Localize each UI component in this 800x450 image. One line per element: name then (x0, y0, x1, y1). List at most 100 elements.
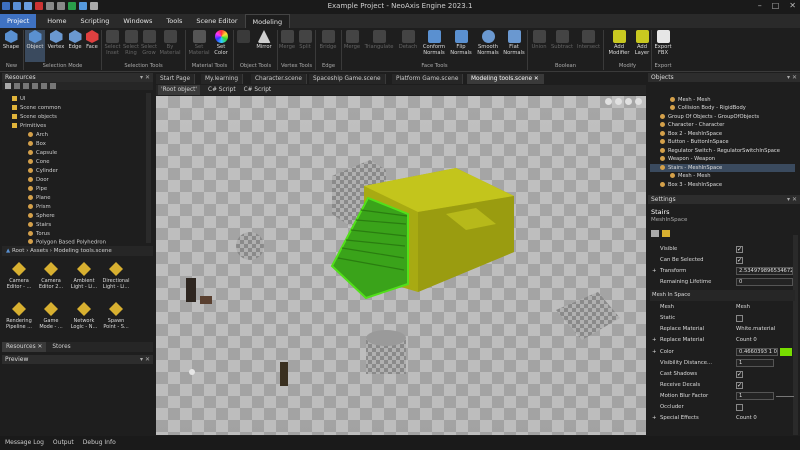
detach-button[interactable]: Detach (396, 30, 420, 62)
can-be-selected-checkbox[interactable] (736, 256, 743, 267)
intersect-button[interactable]: Intersect (575, 30, 602, 62)
asset-item[interactable]: Network Logic - N... (70, 302, 98, 330)
tab-tools[interactable]: Tools (159, 14, 189, 28)
merge-vertex-button[interactable]: Merge (278, 30, 296, 62)
doc-tab-character[interactable]: Character.scene (251, 74, 307, 84)
expand-icon[interactable]: + (652, 335, 656, 346)
panel-close-icon[interactable]: ▾ ✕ (787, 195, 797, 204)
tree-item[interactable]: Stairs (28, 221, 51, 229)
expand-icon[interactable]: + (652, 266, 656, 277)
object-row[interactable]: Weapon - Weapon (660, 155, 800, 163)
asset-item[interactable]: Rendering Pipeline ... (5, 302, 33, 330)
static-checkbox[interactable] (736, 315, 743, 322)
subtab-csharp-script-2[interactable]: C# Script (244, 85, 272, 95)
home-icon[interactable]: ▲ (6, 248, 10, 254)
tab-modeling[interactable]: Modeling (244, 14, 291, 28)
object-row[interactable]: Mesh - Mesh (670, 172, 800, 180)
gizmo-icon[interactable] (625, 98, 632, 105)
add-layer-button[interactable]: Add Layer (633, 30, 651, 62)
smooth-normals-button[interactable]: Smooth Normals (474, 30, 502, 62)
shape-button[interactable]: Shape (1, 30, 21, 62)
tree-folder-scene-common[interactable]: Scene common (12, 104, 61, 112)
message-log-tab[interactable]: Message Log (5, 436, 44, 450)
events-icon[interactable] (662, 230, 670, 237)
subtab-csharp-script[interactable]: C# Script (208, 85, 236, 95)
panel-close-icon[interactable]: ▾ ✕ (140, 73, 150, 82)
expand-icon[interactable]: + (652, 413, 656, 424)
vertex-mode-button[interactable]: Vertex (46, 30, 66, 62)
object-row[interactable]: Character - Character (660, 121, 800, 129)
tab-resources[interactable]: Resources ✕ (2, 342, 47, 352)
more-icon[interactable] (635, 98, 642, 105)
tree-item[interactable]: Cone (28, 158, 50, 166)
merge-face-button[interactable]: Merge (342, 30, 362, 62)
color-field[interactable]: 0.4660393 1 0 (736, 348, 778, 356)
edge-mode-button[interactable]: Edge (66, 30, 84, 62)
select-ring-button[interactable]: Select Ring (122, 30, 140, 62)
tree-item[interactable]: Pipe (28, 185, 47, 193)
flat-normals-button[interactable]: Flat Normals (502, 30, 526, 62)
minimize-icon[interactable]: – (758, 1, 762, 10)
receive-decals-checkbox[interactable] (736, 381, 743, 392)
set-color-button[interactable]: Set Color (211, 30, 231, 62)
face-mode-button[interactable]: Face (84, 30, 100, 62)
asset-item[interactable]: Game Mode - ... (37, 302, 65, 330)
doc-tab-spaceship-game[interactable]: Spaceship Game.scene (309, 74, 386, 84)
export-fbx-button[interactable]: Export FBX (652, 30, 674, 62)
subtract-button[interactable]: Subtract (549, 30, 575, 62)
doc-tab-platform-game[interactable]: Platform Game.scene (392, 74, 464, 84)
tree-item[interactable]: Prism (28, 203, 51, 211)
breadcrumb-item[interactable]: Root (12, 248, 24, 254)
occluder-checkbox[interactable] (736, 404, 743, 411)
close-icon[interactable]: ✕ (789, 1, 796, 10)
maximize-icon[interactable]: □ (772, 1, 780, 10)
scene-viewport[interactable] (156, 96, 646, 435)
tree-item[interactable]: Sphere (28, 212, 55, 220)
toolbar-icon[interactable] (5, 83, 11, 89)
tree-folder-scene-objects[interactable]: Scene objects (12, 113, 57, 121)
asset-item[interactable]: Directional Light - Li... (102, 262, 130, 290)
mesh-value[interactable]: Mesh (736, 302, 750, 313)
tree-item[interactable]: Polygon Based Polyhedron (28, 239, 106, 246)
subtab-root-object[interactable]: 'Root object' (158, 85, 201, 95)
motion-blur-slider[interactable] (776, 396, 794, 397)
doc-tab-my-learning[interactable]: My.learning (201, 74, 244, 84)
panel-close-icon[interactable]: ▾ ✕ (140, 355, 150, 364)
output-tab[interactable]: Output (53, 436, 74, 450)
toolbar-icon[interactable] (50, 83, 56, 89)
by-material-button[interactable]: By Material (158, 30, 182, 62)
doc-tab-start-page[interactable]: Start Page (156, 74, 196, 84)
tree-item[interactable]: Box (28, 140, 46, 148)
tree-item[interactable]: Cylinder (28, 167, 58, 175)
color-swatch[interactable] (780, 348, 792, 356)
doc-tab-modeling-tools[interactable]: Modeling tools.scene ✕ (467, 74, 544, 84)
select-grow-button[interactable]: Select Grow (140, 30, 158, 62)
toolbar-icon[interactable] (32, 83, 38, 89)
expand-icon[interactable]: + (652, 347, 656, 358)
object-row[interactable]: Collision Body - RigidBody (670, 104, 800, 112)
flip-normals-button[interactable]: Flip Normals (448, 30, 474, 62)
breadcrumb-item[interactable]: Modeling tools.scene (54, 248, 112, 254)
tree-item[interactable]: Door (28, 176, 49, 184)
split-button[interactable]: Split (296, 30, 314, 62)
motion-blur-field[interactable]: 1 (736, 392, 774, 400)
asset-item[interactable]: Camera Editor - ... (5, 262, 33, 290)
union-button[interactable]: Union (529, 30, 549, 62)
tab-project[interactable]: Project (0, 14, 37, 28)
lifetime-field[interactable]: 0 (736, 278, 793, 286)
toolbar-icon[interactable] (23, 83, 29, 89)
asset-item[interactable]: Ambient Light - Li... (70, 262, 98, 290)
scrollbar[interactable] (146, 93, 151, 243)
tab-home[interactable]: Home (40, 14, 73, 28)
visible-checkbox[interactable] (736, 245, 743, 256)
tree-item[interactable]: Arch (28, 131, 48, 139)
mirror-button[interactable]: Mirror (252, 30, 276, 62)
tree-item[interactable]: Capsule (28, 149, 57, 157)
visibility-distance-field[interactable]: 1 (736, 359, 774, 367)
asset-item[interactable]: Spawn Point - S... (102, 302, 130, 330)
asset-item[interactable]: Camera Editor 2... (37, 262, 65, 290)
object-row[interactable]: Button - ButtonInSpace (660, 138, 800, 146)
tab-scripting[interactable]: Scripting (73, 14, 116, 28)
add-modifier-button[interactable]: Add Modifier (605, 30, 633, 62)
object-mode-button[interactable]: Object (25, 30, 45, 62)
